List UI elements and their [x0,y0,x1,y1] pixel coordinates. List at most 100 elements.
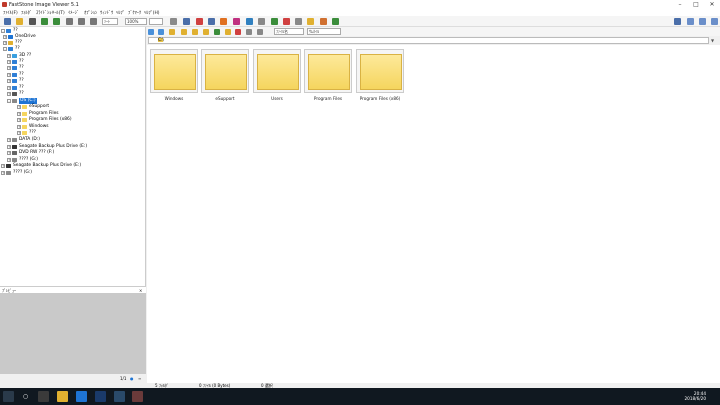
expand-toggle[interactable]: - [1,29,5,33]
zoom-select[interactable]: 100% [125,18,147,25]
address-path: C:\ [158,38,165,43]
color-icon[interactable] [233,18,240,25]
address-field[interactable]: C:\ [148,37,709,44]
minimize-button[interactable]: – [672,0,688,9]
expand-toggle[interactable]: + [7,145,11,149]
expand-toggle[interactable]: + [7,66,11,70]
photoshop-icon[interactable] [95,391,106,402]
folder-icon[interactable] [307,18,314,25]
zoom-in-icon[interactable] [66,18,73,25]
folder-tree[interactable]: - ?? + OneDrive + ??? - ?? + 3D ?? + ?? [0,27,146,286]
fullscreen-icon[interactable] [711,18,718,25]
new-folder-icon[interactable] [192,29,198,35]
expand-toggle[interactable]: + [7,158,11,162]
thumbnail-item[interactable]: Program Files [304,49,352,101]
thumbnail-item[interactable]: Windows [150,49,198,101]
thumbnail-item[interactable]: Program Files (x86) [356,49,404,101]
sync-icon[interactable]: ● [130,376,134,381]
expand-toggle[interactable]: + [7,86,11,90]
expand-toggle[interactable]: + [7,151,11,155]
expand-toggle[interactable]: + [17,118,21,122]
computer-icon [8,47,13,51]
expand-toggle[interactable]: + [1,164,5,168]
expand-toggle[interactable]: + [7,79,11,83]
info-icon[interactable] [295,18,302,25]
thumbnail-item[interactable]: eSupport [201,49,249,101]
start-button[interactable] [3,391,14,402]
collapse-icon[interactable]: ≡ [138,376,141,381]
list-icon[interactable] [257,29,263,35]
expand-toggle[interactable]: + [17,125,21,129]
task-view-icon[interactable] [38,391,49,402]
save-icon[interactable] [29,18,36,25]
app-icon[interactable] [114,391,125,402]
delete-icon[interactable] [235,29,241,35]
expand-toggle[interactable]: + [1,171,5,175]
faststone-icon[interactable] [132,391,143,402]
thumbnail-item[interactable]: Users [253,49,301,101]
up-folder-icon[interactable] [169,29,175,35]
image-icon[interactable] [41,18,48,25]
tree-label: ??? [29,130,36,135]
refresh-icon[interactable] [214,29,220,35]
layout-2-icon[interactable] [687,18,694,25]
dropdown-chevron-icon[interactable]: ▼ [711,38,714,43]
folder-icon[interactable] [181,29,187,35]
tree-label: ?? [19,91,24,96]
hand-tool-select[interactable] [149,18,163,25]
expand-toggle[interactable]: - [7,99,11,103]
file-explorer-icon[interactable] [57,391,68,402]
rotate-icon[interactable] [90,18,97,25]
open-folder-icon[interactable] [16,18,23,25]
help-icon[interactable] [332,18,339,25]
email-icon[interactable] [183,18,190,25]
batch-icon[interactable] [246,18,253,25]
bookmark-icon[interactable] [320,18,327,25]
layout-3-icon[interactable] [699,18,706,25]
expand-toggle[interactable]: + [17,105,21,109]
folder-icon [12,60,17,64]
desktop-icon [6,29,11,33]
print-icon[interactable] [196,18,203,25]
expand-toggle[interactable]: + [7,92,11,96]
edge-icon[interactable] [76,391,87,402]
filter-select[interactable]: ｻﾑﾈｲﾙ [307,28,341,35]
expand-toggle[interactable]: + [7,54,11,58]
expand-toggle[interactable]: + [17,131,21,135]
resize-icon[interactable] [258,18,265,25]
expand-toggle[interactable]: + [7,138,11,142]
settings-icon[interactable] [220,18,227,25]
clock[interactable]: 20:44 2018/6/20 [685,391,706,401]
expand-toggle[interactable]: + [7,60,11,64]
expand-toggle[interactable]: + [3,41,7,45]
expand-toggle[interactable]: + [7,73,11,77]
zoom-out-icon[interactable] [78,18,85,25]
crop-icon[interactable] [271,18,278,25]
folder-icon [12,79,17,83]
move-folder-icon[interactable] [225,29,231,35]
maximize-button[interactable]: □ [688,0,704,9]
delete-icon[interactable] [283,18,290,25]
search-icon[interactable]: ○ [20,391,31,402]
folder-icon [360,54,402,90]
close-button[interactable]: ✕ [704,0,720,9]
compare-icon[interactable] [170,18,177,25]
copy-folder-icon[interactable] [203,29,209,35]
slideshow-icon[interactable] [53,18,60,25]
wallpaper-icon[interactable] [208,18,215,25]
folder-icon [22,118,27,122]
layout-1-icon[interactable] [674,18,681,25]
preview-panel [0,293,146,374]
back-icon[interactable] [148,29,154,35]
sort-select[interactable]: ﾌｧｲﾙ名 [274,28,304,35]
expand-toggle[interactable]: + [17,112,21,116]
folder-icon [12,73,17,77]
expand-toggle[interactable]: - [3,47,7,51]
grid-icon[interactable] [246,29,252,35]
checkbox-label[interactable]: ｿｰﾄ [102,18,118,25]
thumbnail-grid: Windows eSupport Users Program Files Pro… [147,45,720,371]
expand-toggle[interactable]: + [3,35,7,39]
forward-icon[interactable] [158,29,164,35]
browse-icon[interactable] [4,18,11,25]
thumbnail-frame [304,49,352,93]
